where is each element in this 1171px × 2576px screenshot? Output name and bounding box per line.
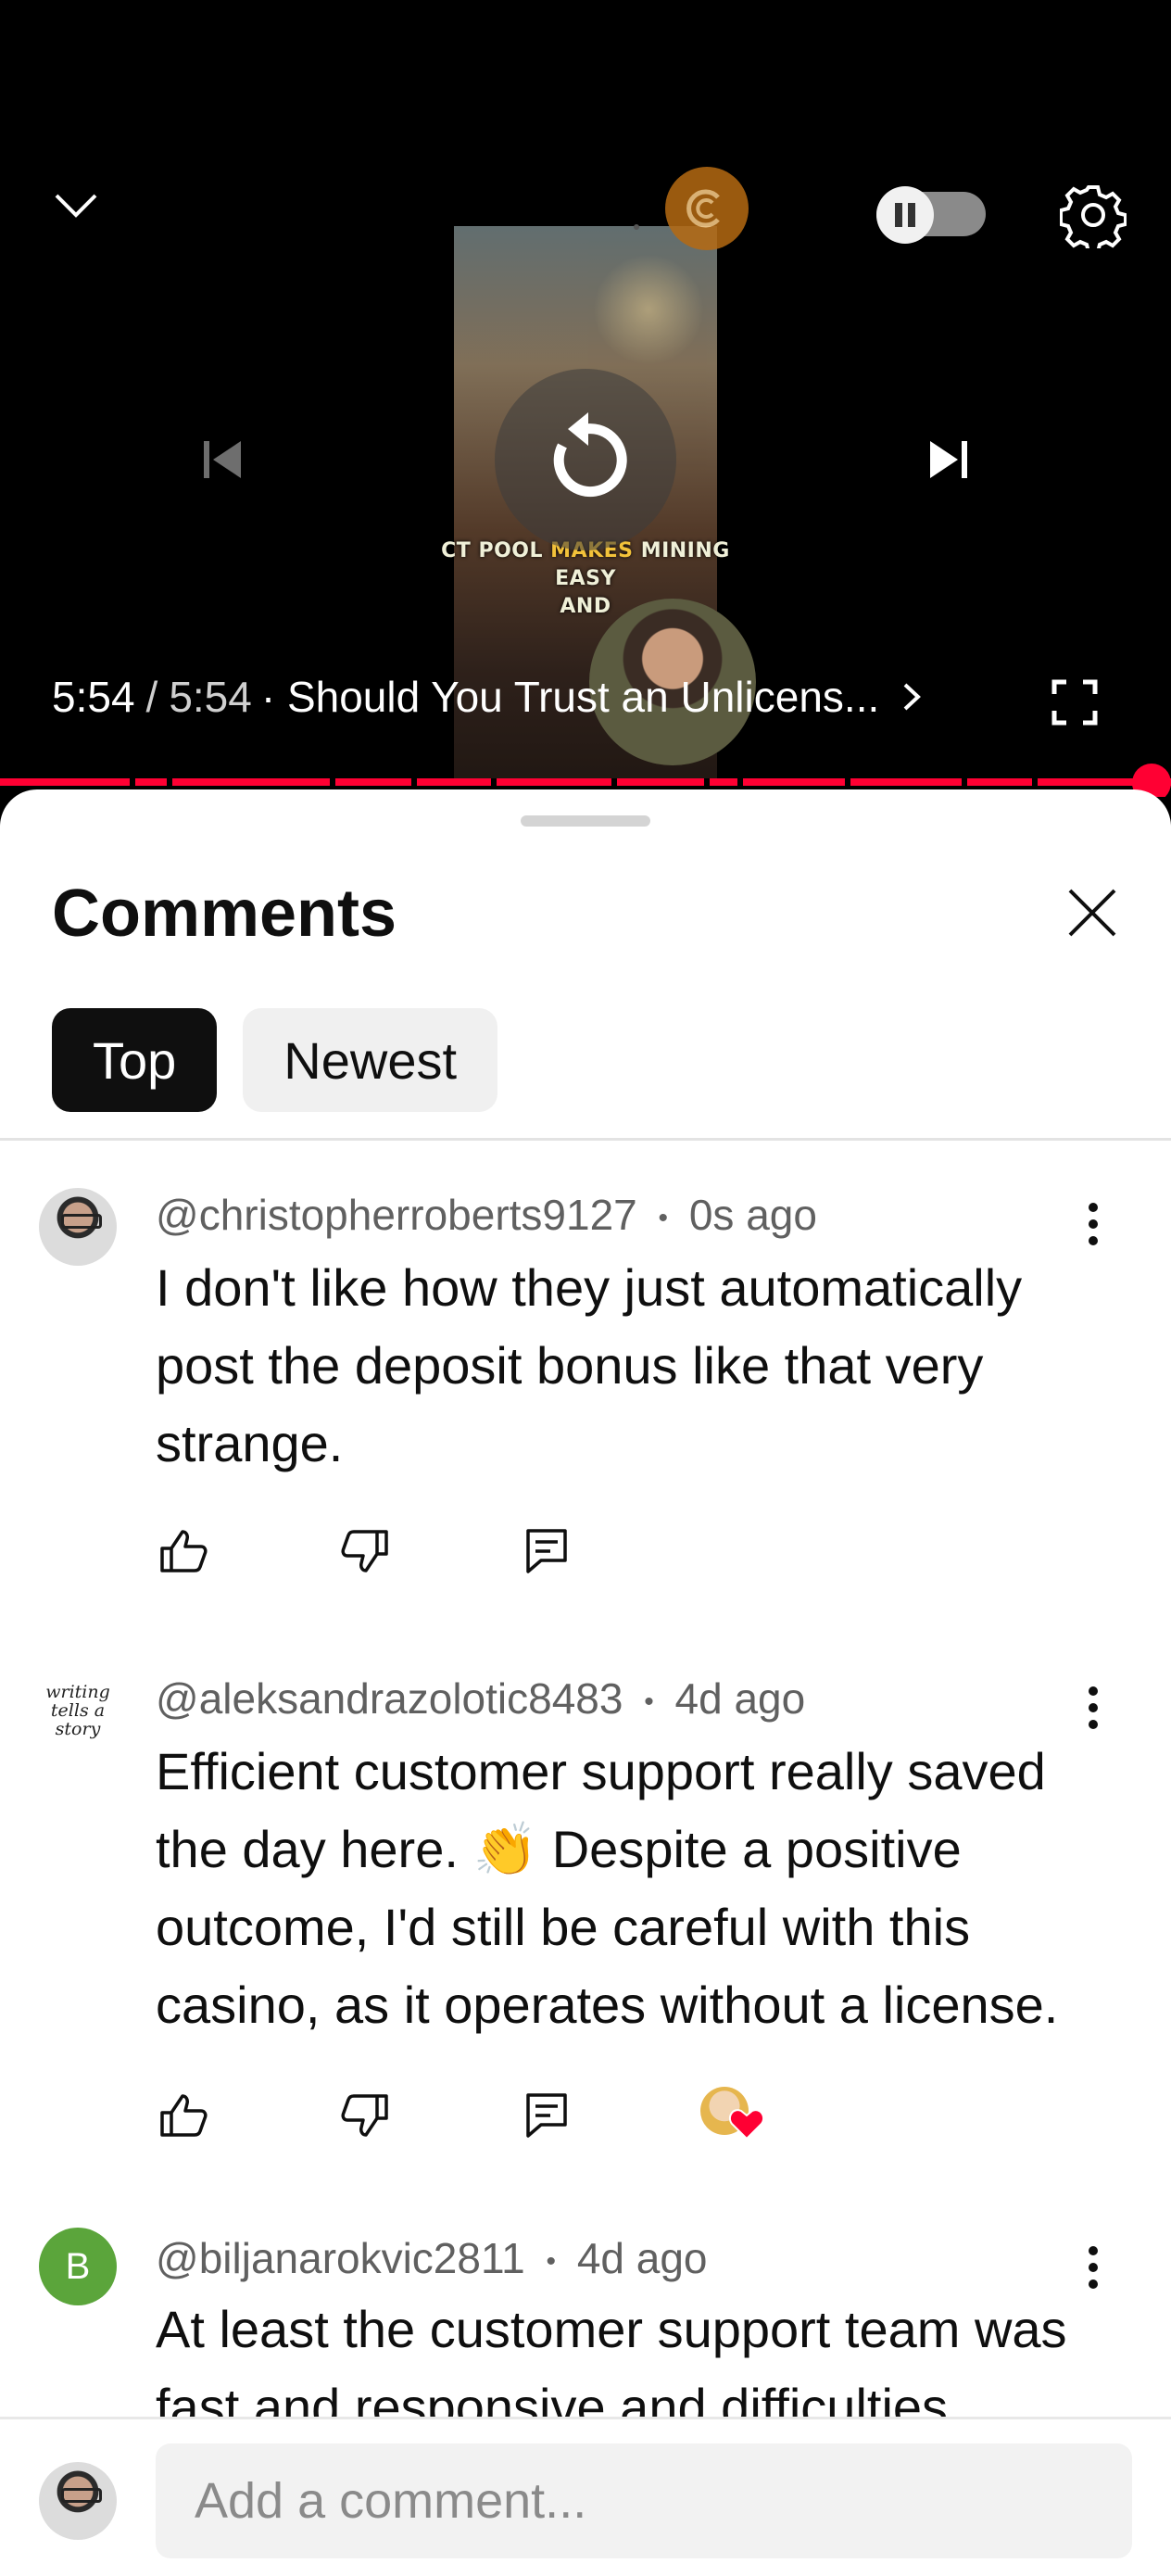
avatar[interactable]: B [39,2228,117,2305]
comment-author[interactable]: @biljanarokvic2811 [156,2234,525,2282]
comment-actions [156,1523,700,1579]
more-vert-icon [1089,1686,1098,1729]
previous-button[interactable] [183,421,261,499]
chevron-down-icon [55,194,97,218]
current-time: 5:54 [52,673,135,721]
creator-heart-icon [700,2083,769,2148]
like-button[interactable] [156,1523,211,1579]
tab-top[interactable]: Top [52,1008,218,1112]
comment-meta: @christopherroberts9127 • 0s ago [156,1191,817,1239]
comments-title: Comments [52,877,397,951]
drag-handle[interactable] [521,815,650,827]
tab-newest[interactable]: Newest [243,1008,498,1112]
video-title[interactable]: · Should You Trust an Unlicens... [261,672,879,722]
skip-previous-icon [204,441,241,478]
reply-button[interactable] [519,1523,574,1579]
close-button[interactable] [1052,873,1132,953]
like-icon [160,1530,208,1572]
more-vert-icon [1089,2246,1098,2289]
avatar[interactable]: writing tells a story [39,1672,117,1749]
reply-icon [526,2093,567,2138]
like-button[interactable] [156,2088,211,2143]
reply-button[interactable] [519,2088,574,2143]
fullscreen-button[interactable] [1036,663,1114,741]
comment-time: 4d ago [674,1674,806,1723]
comment-menu-button[interactable] [1065,1192,1121,1256]
comment-meta: @biljanarokvic2811 • 4d ago [156,2234,708,2282]
chevron-right-icon[interactable] [900,681,924,713]
autoplay-toggle[interactable] [871,182,991,246]
brand-logo-icon [665,167,749,250]
more-vert-icon [1089,1203,1098,1245]
dislike-button[interactable] [337,2088,393,2143]
dislike-button[interactable] [337,1523,393,1579]
video-dot [634,224,639,230]
avatar-text: writing tells a story [45,1682,110,1739]
comment-actions [156,2083,769,2148]
gear-icon [1060,185,1127,248]
time-and-title: 5:54 / 5:54 · Should You Trust an Unlice… [52,667,924,726]
video-player[interactable]: CT POOL MAKES MINING EASY AND 5:54 / 5:5… [0,0,1171,797]
dislike-icon [341,2094,388,2137]
pause-icon [895,203,915,227]
next-button[interactable] [910,421,988,499]
sort-tabs: Top Newest [52,1008,498,1112]
comment-text: I don't like how they just automatically… [156,1258,1023,1472]
add-comment-input[interactable] [156,2443,1132,2558]
dislike-icon [341,1530,388,1572]
progress-bar[interactable] [0,778,1171,786]
comment-author[interactable]: @aleksandrazolotic8483 [156,1674,623,1723]
comment-menu-button[interactable] [1065,1675,1121,1740]
comment-time: 4d ago [576,2234,708,2282]
comment-time: 0s ago [688,1191,817,1239]
reply-icon [526,1529,567,1573]
divider [0,1138,1171,1141]
minimize-button[interactable] [37,167,115,245]
time-separator: / [145,673,158,721]
fullscreen-icon [1051,679,1098,726]
my-avatar[interactable] [39,2462,117,2540]
add-comment-bar [0,2417,1171,2576]
comment-author[interactable]: @christopherroberts9127 [156,1191,637,1239]
comment-text: Efficient customer support really saved … [156,1742,1059,2034]
like-icon [160,2094,208,2137]
close-icon [1068,889,1116,937]
comment-meta: @aleksandrazolotic8483 • 4d ago [156,1674,806,1723]
settings-button[interactable] [1054,176,1132,254]
skip-next-icon [930,441,967,478]
comments-sheet: Comments Top Newest @christopherroberts9… [0,789,1171,2576]
duration: 5:54 [169,673,252,721]
replay-button[interactable] [495,369,676,550]
avatar[interactable] [39,1188,117,1266]
replay-icon [553,412,627,498]
